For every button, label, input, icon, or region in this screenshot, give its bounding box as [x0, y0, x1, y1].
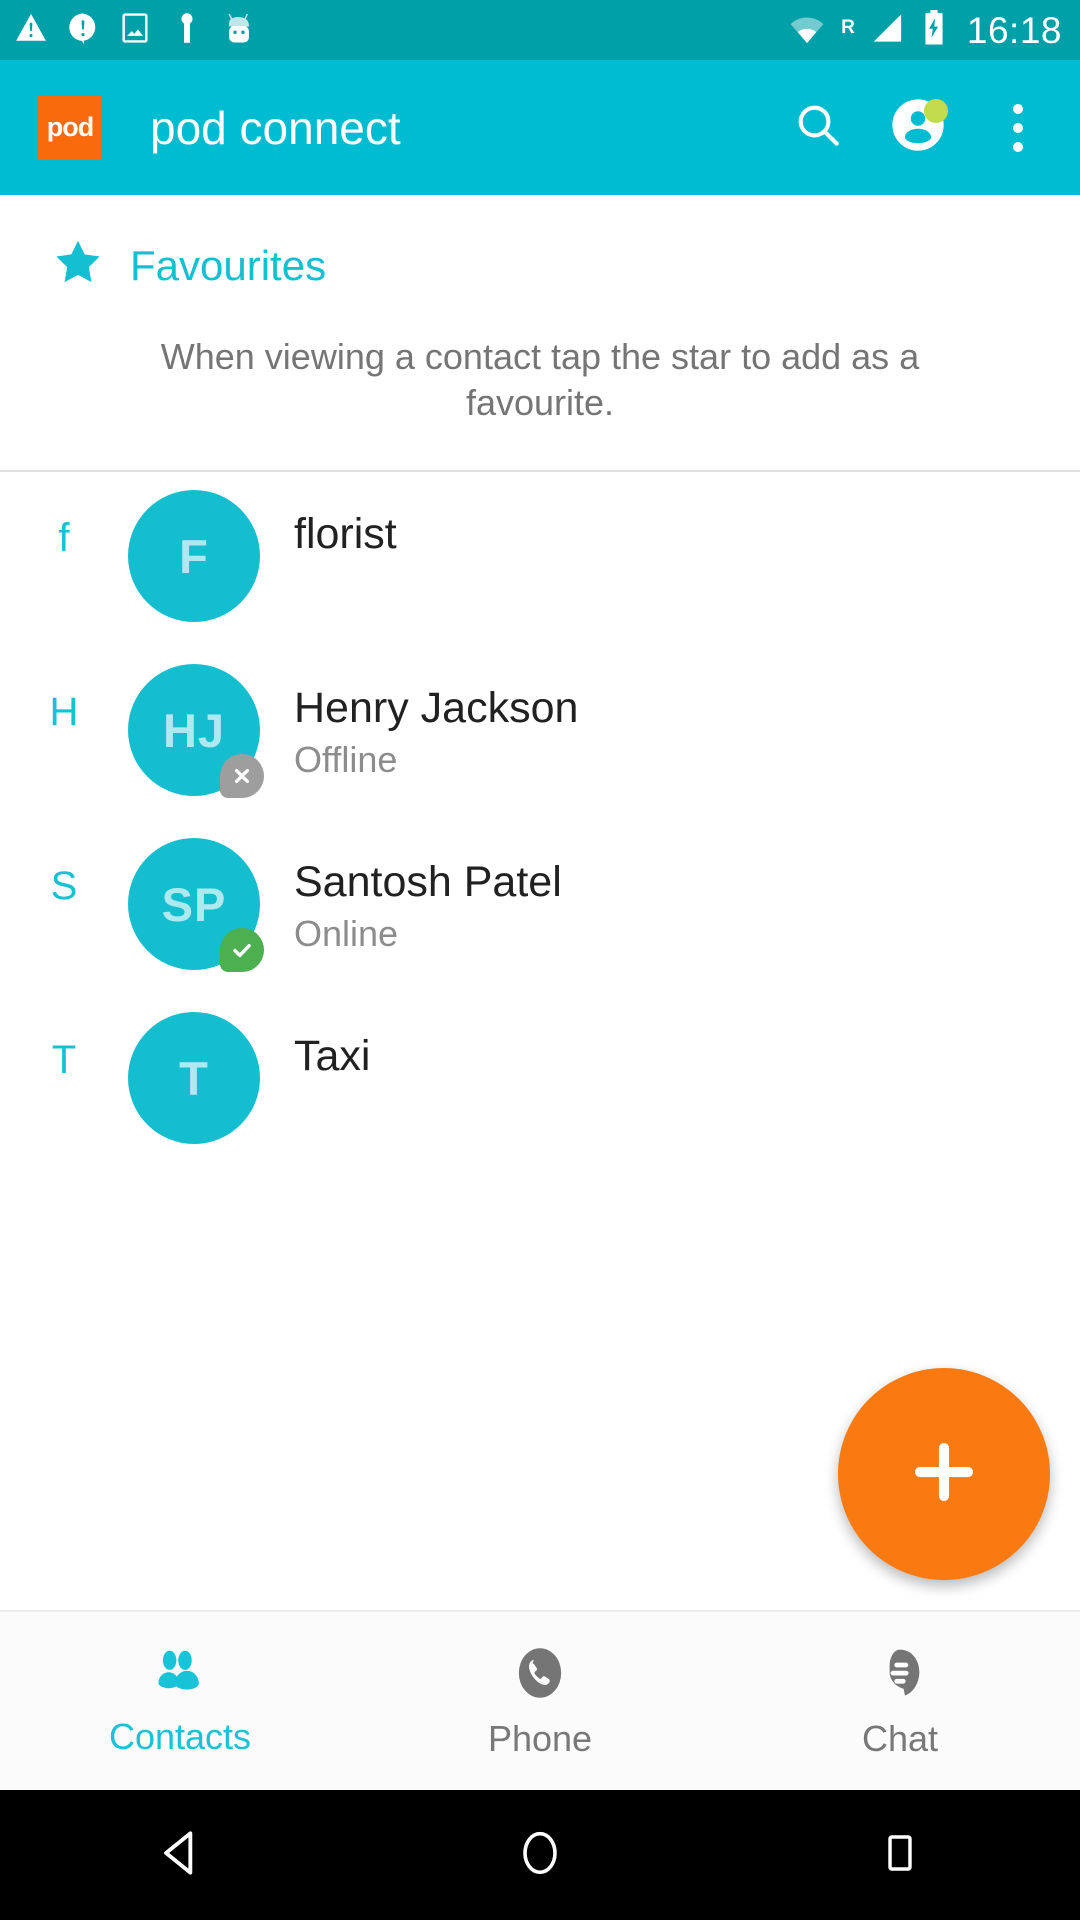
contact-name: Santosh Patel: [294, 858, 562, 907]
avatar-initials: F: [179, 529, 209, 583]
phone-icon: [513, 1646, 567, 1705]
overflow-menu-button[interactable]: [990, 100, 1046, 156]
back-button[interactable]: [0, 1822, 360, 1889]
android-navigation-bar: [0, 1790, 1080, 1920]
contact-status: Online: [294, 913, 399, 955]
contact-text: Henry Jackson Offline: [260, 646, 578, 781]
account-button[interactable]: [890, 98, 948, 156]
contact-row-florist[interactable]: f F florist: [0, 472, 1080, 646]
home-circle-icon: [511, 1824, 569, 1887]
android-robot-icon: [222, 11, 256, 50]
home-button[interactable]: [360, 1824, 720, 1887]
contact-status: Offline: [294, 739, 398, 781]
search-button[interactable]: [790, 100, 846, 156]
section-letter: H: [49, 690, 79, 735]
app-bar-actions: [790, 98, 1046, 156]
alert-circle-icon: [66, 11, 100, 50]
battery-charging-icon: [921, 9, 947, 51]
app-title: pod connect: [150, 101, 401, 154]
status-bar-notification-icons: [14, 11, 256, 50]
section-letter: f: [58, 516, 70, 561]
signal-icon: [869, 11, 907, 50]
contact-name: Henry Jackson: [294, 684, 579, 733]
avatar-initials: SP: [161, 877, 227, 931]
contact-row-taxi[interactable]: T T Taxi: [0, 994, 1080, 1168]
wifi-icon: [787, 11, 827, 50]
bottom-navigation: Contacts Phone Chat: [0, 1610, 1080, 1790]
recents-button[interactable]: [720, 1827, 1080, 1884]
app-logo-text: pod: [46, 112, 94, 142]
contact-text: Taxi: [260, 994, 370, 1080]
avatar-initials: HJ: [162, 703, 226, 757]
app-root: R 16:18 pod pod connect Favourites When …: [0, 0, 1080, 1920]
contact-text: florist: [260, 472, 397, 558]
warning-triangle-icon: [14, 11, 48, 50]
section-letter: S: [50, 864, 78, 909]
contact-text: Santosh Patel Online: [260, 820, 562, 955]
usb-key-icon: [170, 11, 204, 50]
contacts-icon: [151, 1648, 209, 1703]
add-contact-fab[interactable]: [838, 1368, 1050, 1580]
chat-icon: [873, 1646, 927, 1705]
contact-row-henry-jackson[interactable]: H HJ Henry Jackson Offline: [0, 646, 1080, 820]
star-icon: [52, 237, 104, 294]
roaming-indicator: R: [841, 16, 855, 38]
tab-contacts-label: Contacts: [108, 1715, 252, 1757]
status-bar: R 16:18: [0, 0, 1080, 60]
section-letter: T: [51, 1038, 77, 1083]
favourites-header: Favourites: [0, 195, 1080, 294]
back-triangle-icon: [149, 1822, 211, 1889]
image-icon: [118, 11, 152, 50]
app-logo: pod: [38, 95, 102, 160]
search-icon: [792, 99, 844, 156]
avatar: SP: [128, 838, 264, 973]
tab-phone[interactable]: Phone: [360, 1646, 720, 1757]
tab-chat-label: Chat: [861, 1717, 939, 1759]
avatar: T: [128, 1012, 260, 1145]
contact-name: Taxi: [294, 1032, 371, 1081]
account-status-badge: [924, 98, 948, 123]
tab-contacts[interactable]: Contacts: [0, 1648, 360, 1755]
status-bar-system-icons: R 16:18: [787, 9, 1062, 51]
favourites-title: Favourites: [130, 241, 327, 289]
status-bar-clock: 16:18: [966, 9, 1062, 51]
avatar: F: [128, 490, 260, 623]
favourites-empty-message: When viewing a contact tap the star to a…: [160, 336, 920, 424]
tab-chat[interactable]: Chat: [720, 1646, 1080, 1757]
contact-name: florist: [294, 510, 397, 559]
avatar: HJ: [128, 664, 264, 799]
plus-icon: [899, 1427, 989, 1522]
presence-online-icon: [220, 928, 264, 973]
tab-phone-label: Phone: [487, 1717, 593, 1759]
app-bar: pod pod connect: [0, 60, 1080, 195]
recents-square-icon: [874, 1827, 926, 1884]
contact-row-santosh-patel[interactable]: S SP Santosh Patel Online: [0, 820, 1080, 994]
overflow-menu-icon: [1013, 103, 1023, 152]
presence-offline-icon: [220, 754, 264, 799]
avatar-initials: T: [179, 1051, 209, 1105]
